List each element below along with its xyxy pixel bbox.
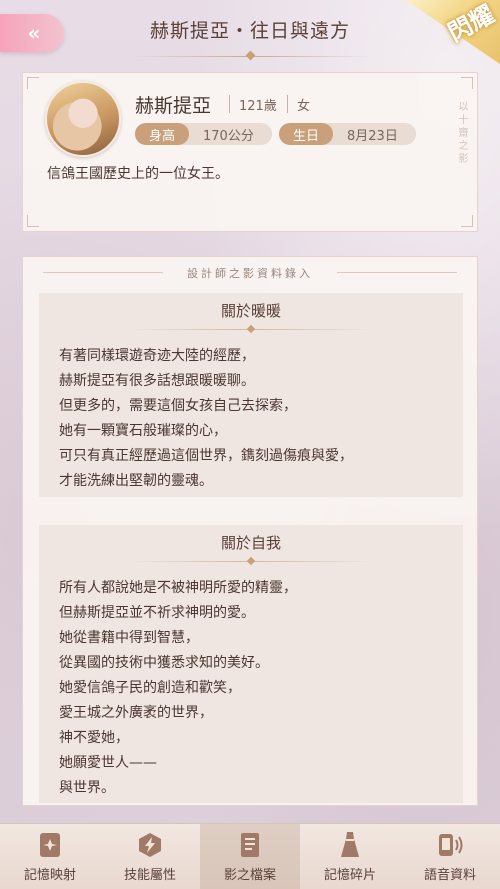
corner-ornament	[27, 215, 39, 227]
section-line: 神不愛她，	[59, 730, 129, 746]
section-line: 但更多的，需要這個女孩自己去探索，	[59, 398, 297, 414]
section-line: 但赫斯提亞並不祈求神明的愛。	[59, 605, 255, 621]
section-line: 所有人都說她是不被神明所愛的精靈，	[59, 580, 297, 596]
section-line: 她有一顆寶石般璀璨的心，	[59, 423, 227, 439]
birthday-info: 生日 8月23日	[279, 123, 416, 145]
corner-ornament	[461, 215, 473, 227]
nav-label: 記憶碎片	[323, 868, 376, 883]
birthday-value: 8月23日	[347, 128, 398, 144]
decorative-side-text: 以十齋之影	[456, 101, 467, 166]
section-line: 她願愛世人——	[59, 755, 157, 771]
section-line: 愛王城之外廣袤的世界，	[59, 705, 213, 721]
bottom-nav: 記憶映射 技能屬性 影之檔案 記憶碎片 語音資料	[0, 823, 500, 889]
document-icon	[235, 830, 265, 860]
section-about-self: 關於自我 所有人都說她是不被神明所愛的精靈， 但赫斯提亞並不祈求神明的愛。 她從…	[39, 525, 463, 803]
nav-label: 記憶映射	[23, 868, 76, 883]
divider	[229, 95, 230, 113]
nav-item-memory-mapping[interactable]: 記憶映射	[0, 824, 100, 889]
nav-label: 影之檔案	[223, 868, 276, 883]
character-description: 信鴿王國歷史上的一位女王。	[47, 166, 229, 182]
character-name: 赫斯提亞	[135, 95, 212, 117]
divider	[287, 95, 288, 113]
header: « 赫斯提亞・往日與遠方 閃耀	[0, 0, 500, 64]
nav-item-memory-fragments[interactable]: 記憶碎片	[300, 824, 400, 889]
section-line: 她從書籍中得到智慧，	[59, 630, 199, 646]
nav-item-skill-attributes[interactable]: 技能屬性	[100, 824, 200, 889]
section-title: 關於暖暖	[220, 302, 281, 320]
nav-label: 技能屬性	[123, 868, 176, 883]
section-ornament	[129, 556, 373, 566]
section-title: 關於自我	[220, 534, 281, 552]
nav-item-shadow-archive[interactable]: 影之檔案	[200, 824, 300, 889]
character-gender: 女	[297, 99, 311, 114]
section-line: 有著同樣環遊奇迹大陸的經歷，	[59, 348, 255, 364]
nav-item-voice-data[interactable]: 語音資料	[400, 824, 500, 889]
page-title: 赫斯提亞・往日與遠方	[149, 20, 350, 42]
corner-ornament	[461, 77, 473, 89]
title-ornament	[130, 50, 370, 61]
voice-phone-icon	[435, 830, 465, 860]
height-value: 170公分	[203, 128, 254, 144]
section-about-nuannuan: 關於暖暖 有著同樣環遊奇迹大陸的經歷， 赫斯提亞有很多話想跟暖暖聊。 但更多的，…	[39, 293, 463, 497]
card-icon	[35, 830, 65, 860]
records-panel[interactable]: 設計師之影資料錄入 關於暖暖 有著同樣環遊奇迹大陸的經歷， 赫斯提亞有很多話想跟…	[22, 256, 478, 806]
height-info: 身高 170公分	[135, 123, 272, 145]
birthday-label: 生日	[279, 123, 334, 145]
corner-ornament	[27, 77, 39, 89]
records-title: 設計師之影資料錄入	[187, 267, 313, 280]
section-line: 赫斯提亞有很多話想跟暖暖聊。	[59, 373, 255, 389]
section-line: 可只有真正經歷過這個世界，鐫刻過傷痕與愛，	[59, 448, 353, 464]
section-line: 她愛信鴿子民的創造和歡笑，	[59, 680, 241, 696]
dress-icon	[335, 830, 365, 860]
section-line: 才能洗練出堅韌的靈魂。	[59, 473, 213, 489]
avatar	[45, 81, 121, 157]
nav-label: 語音資料	[423, 868, 476, 883]
section-line: 從異國的技術中獲悉求知的美好。	[59, 655, 269, 671]
section-line: 與世界。	[59, 780, 115, 796]
profile-card: 赫斯提亞 121歲 女 身高 170公分 生日 8月23日 信鴿王國歷史上的一位…	[22, 72, 478, 232]
section-body: 有著同樣環遊奇迹大陸的經歷， 赫斯提亞有很多話想跟暖暖聊。 但更多的，需要這個女…	[39, 330, 463, 494]
character-age: 121歲	[239, 99, 277, 114]
section-body: 所有人都說她是不被神明所愛的精靈， 但赫斯提亞並不祈求神明的愛。 她從書籍中得到…	[39, 562, 463, 801]
section-ornament	[129, 324, 373, 334]
height-label: 身高	[135, 123, 190, 145]
lightning-hexagon-icon	[135, 830, 165, 860]
